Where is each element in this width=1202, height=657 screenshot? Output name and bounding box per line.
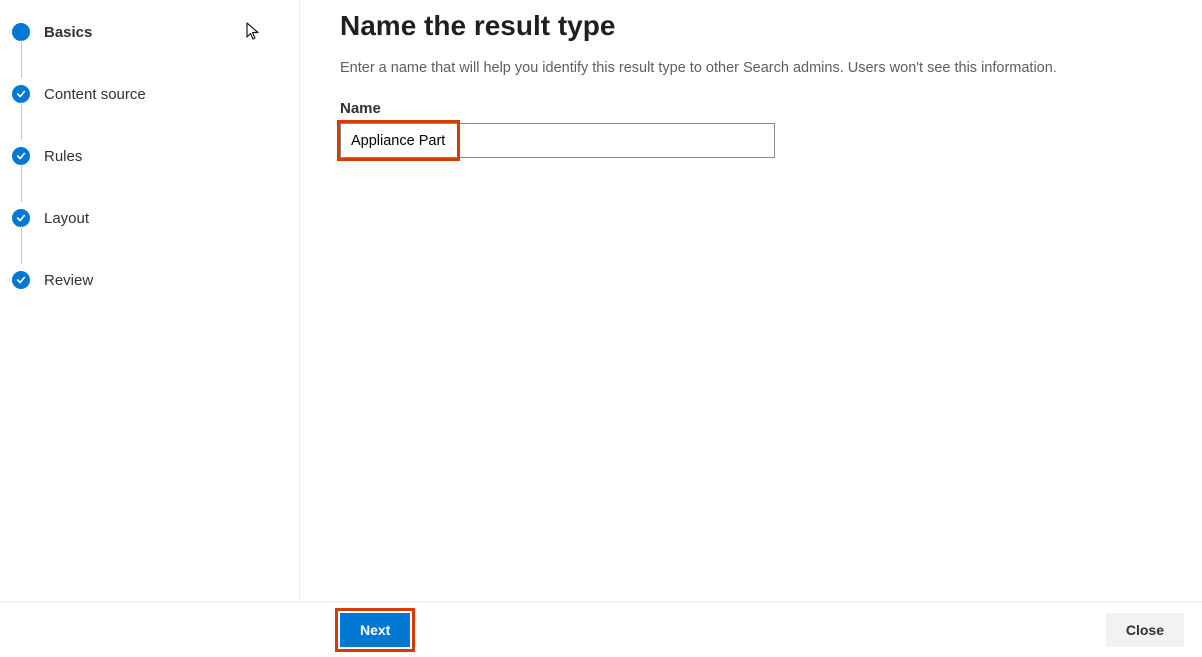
wizard-sidebar: Basics Content source Rules [0, 0, 300, 600]
close-button[interactable]: Close [1106, 613, 1184, 647]
name-input[interactable] [340, 123, 775, 158]
step-label: Basics [44, 24, 92, 41]
checkmark-circle-icon [12, 271, 30, 289]
step-label: Content source [44, 86, 146, 103]
page-title: Name the result type [340, 10, 1162, 42]
step-connector [21, 226, 22, 264]
circle-filled-icon [12, 23, 30, 41]
page-description: Enter a name that will help you identify… [340, 60, 1162, 76]
checkmark-circle-icon [12, 85, 30, 103]
step-connector [21, 102, 22, 140]
step-rules[interactable]: Rules [6, 140, 299, 172]
step-basics[interactable]: Basics [6, 16, 299, 48]
step-layout[interactable]: Layout [6, 202, 299, 234]
wizard-footer: Next Close [0, 601, 1202, 657]
checkmark-circle-icon [12, 147, 30, 165]
step-content-source[interactable]: Content source [6, 78, 299, 110]
checkmark-circle-icon [12, 209, 30, 227]
name-field-label: Name [340, 100, 1162, 117]
step-connector [21, 40, 22, 78]
step-label: Layout [44, 210, 89, 227]
step-review[interactable]: Review [6, 264, 299, 296]
main-panel: Name the result type Enter a name that w… [300, 0, 1202, 600]
step-connector [21, 164, 22, 202]
step-label: Rules [44, 148, 82, 165]
next-button[interactable]: Next [340, 613, 410, 647]
step-label: Review [44, 272, 93, 289]
